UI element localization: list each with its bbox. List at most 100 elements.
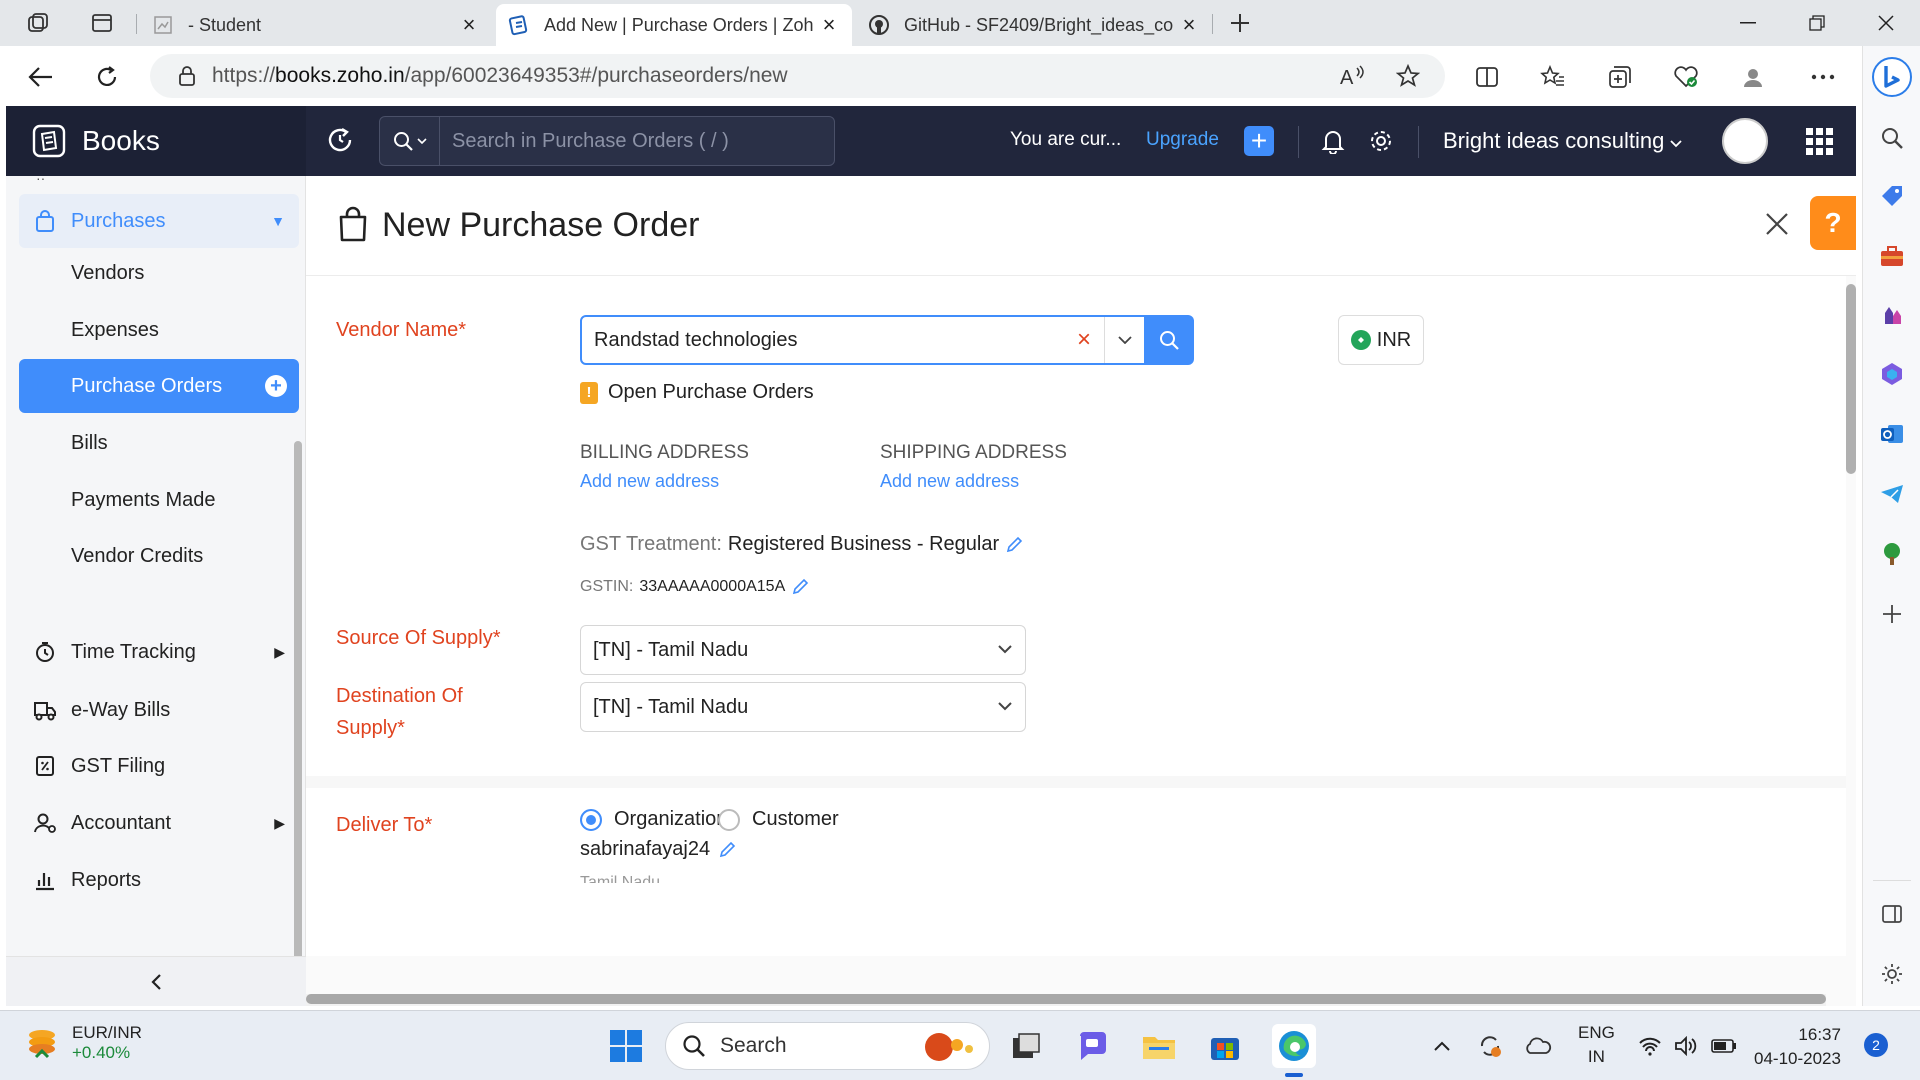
windows-start-icon[interactable] xyxy=(604,1024,648,1068)
open-purchase-orders-link[interactable]: ! Open Purchase Orders xyxy=(580,381,814,404)
sidebar-item-vendors[interactable]: Vendors xyxy=(19,246,299,300)
edit-pencil-icon[interactable] xyxy=(791,578,809,596)
recent-activity-icon[interactable] xyxy=(326,126,354,154)
tab-purchase-orders[interactable]: Add New | Purchase Orders | Zoh × xyxy=(496,4,852,46)
minimize-icon[interactable] xyxy=(1733,8,1763,38)
apps-grid-icon[interactable] xyxy=(1806,128,1833,155)
sidebar-scrollbar[interactable] xyxy=(294,441,302,981)
destination-of-supply-select[interactable]: [TN] - Tamil Nadu xyxy=(580,682,1026,732)
close-tab-icon[interactable]: × xyxy=(818,12,840,37)
microsoft-365-icon[interactable] xyxy=(1876,358,1908,390)
sync-icon[interactable] xyxy=(1468,1024,1512,1068)
edit-pencil-icon[interactable] xyxy=(718,841,736,859)
tab-github[interactable]: GitHub - SF2409/Bright_ideas_co × xyxy=(856,4,1212,46)
tree-icon[interactable] xyxy=(1876,538,1908,570)
new-tab-icon[interactable] xyxy=(1226,9,1254,37)
shopping-tag-icon[interactable] xyxy=(1876,180,1908,212)
browser-essentials-icon[interactable] xyxy=(1669,60,1703,94)
user-avatar[interactable] xyxy=(1722,118,1768,164)
wifi-icon[interactable] xyxy=(1630,1024,1670,1068)
sidebar-item-reports[interactable]: Reports xyxy=(19,853,299,907)
chevron-down-icon[interactable] xyxy=(1104,317,1144,363)
vendor-name-field[interactable]: Randstad technologies × xyxy=(580,315,1146,365)
help-button[interactable]: ? xyxy=(1810,196,1856,250)
sidebar-item-bills[interactable]: Bills xyxy=(19,416,299,470)
telegram-icon[interactable] xyxy=(1876,478,1908,510)
sidebar-item-expenses[interactable]: Expenses xyxy=(19,303,299,357)
bing-copilot-icon[interactable] xyxy=(1871,56,1913,98)
lock-icon[interactable] xyxy=(178,65,196,87)
volume-icon[interactable] xyxy=(1666,1024,1706,1068)
edit-pencil-icon[interactable] xyxy=(1005,536,1023,554)
sidebar-item-gst-filing[interactable]: GST Filing xyxy=(19,739,299,793)
microsoft-store-icon[interactable] xyxy=(1203,1024,1247,1068)
sidebar-item-payments-made[interactable]: Payments Made xyxy=(19,473,299,527)
search-filter[interactable] xyxy=(380,117,440,165)
onedrive-cloud-icon[interactable] xyxy=(1516,1024,1560,1068)
notifications-bell-icon[interactable] xyxy=(1318,126,1348,156)
system-clock[interactable]: 16:37 04-10-2023 xyxy=(1754,1023,1841,1071)
restore-icon[interactable] xyxy=(1802,8,1832,38)
clear-icon[interactable]: × xyxy=(1064,326,1104,354)
sidebar-item-e-way-bills[interactable]: e-Way Bills xyxy=(19,683,299,737)
split-screen-icon[interactable] xyxy=(1470,60,1504,94)
outlook-icon[interactable] xyxy=(1876,418,1908,450)
vendor-search-button[interactable] xyxy=(1144,315,1194,365)
close-tab-icon[interactable]: × xyxy=(1178,12,1200,37)
language-indicator[interactable]: ENG IN xyxy=(1578,1021,1615,1069)
content-vertical-scrollbar[interactable] xyxy=(1846,284,1856,484)
refresh-icon[interactable] xyxy=(90,60,124,94)
collections-icon[interactable] xyxy=(1603,60,1637,94)
deliver-to-customer-radio[interactable]: Customer xyxy=(718,808,839,831)
sidebar-item-time-tracking[interactable]: Time Tracking ▶ xyxy=(19,625,299,679)
hide-sidebar-icon[interactable] xyxy=(1876,898,1908,930)
task-view-icon[interactable] xyxy=(1004,1024,1048,1068)
collapse-sidebar-button[interactable] xyxy=(6,956,306,1006)
workspaces-icon[interactable] xyxy=(24,9,52,37)
games-icon[interactable] xyxy=(1876,298,1908,330)
taskbar-search[interactable]: Search xyxy=(665,1022,990,1070)
search-bar[interactable]: Search in Purchase Orders ( / ) xyxy=(379,116,835,166)
close-window-icon[interactable] xyxy=(1871,8,1901,38)
favorites-icon[interactable] xyxy=(1536,60,1570,94)
settings-gear-icon[interactable] xyxy=(1366,126,1396,156)
profile-icon[interactable] xyxy=(1736,60,1770,94)
edge-browser-icon[interactable] xyxy=(1272,1024,1316,1068)
more-options-icon[interactable] xyxy=(1806,60,1840,94)
sidebar-item-purchases[interactable]: Purchases ▼ xyxy=(19,194,299,248)
read-aloud-icon[interactable]: A xyxy=(1340,64,1366,88)
organization-switcher[interactable]: Bright ideas consulting xyxy=(1443,128,1683,154)
source-of-supply-select[interactable]: [TN] - Tamil Nadu xyxy=(580,625,1026,675)
add-purchase-order-icon[interactable]: + xyxy=(265,375,287,397)
favorite-star-icon[interactable] xyxy=(1396,64,1420,88)
shipping-add-address-link[interactable]: Add new address xyxy=(880,471,1019,492)
notification-badge[interactable]: 2 xyxy=(1864,1033,1888,1057)
teams-chat-icon[interactable] xyxy=(1071,1024,1115,1068)
zoho-books-icon xyxy=(508,14,530,36)
back-icon[interactable] xyxy=(24,60,58,94)
search-icon[interactable] xyxy=(1876,122,1908,154)
battery-icon[interactable] xyxy=(1704,1024,1744,1068)
add-icon[interactable] xyxy=(1876,598,1908,630)
file-explorer-icon[interactable] xyxy=(1137,1024,1181,1068)
url-field[interactable]: https://books.zoho.in/app/60023649353#/p… xyxy=(150,54,1445,98)
sidebar-item-accountant[interactable]: Accountant ▶ xyxy=(19,796,299,850)
search-input[interactable]: Search in Purchase Orders ( / ) xyxy=(452,130,729,153)
sidebar-item-purchase-orders[interactable]: Purchase Orders + xyxy=(19,359,299,413)
billing-add-address-link[interactable]: Add new address xyxy=(580,471,719,492)
brand[interactable]: Books xyxy=(6,106,306,176)
tools-icon[interactable] xyxy=(1876,240,1908,272)
deliver-to-organization-radio[interactable]: Organization xyxy=(580,808,727,831)
tab-actions-icon[interactable] xyxy=(88,9,116,37)
close-tab-icon[interactable]: × xyxy=(458,12,480,37)
sidebar-item-vendor-credits[interactable]: Vendor Credits xyxy=(19,529,299,583)
market-ticker-widget[interactable]: EUR/INR +0.40% xyxy=(24,1023,142,1063)
upgrade-link[interactable]: Upgrade xyxy=(1146,129,1219,151)
close-form-icon[interactable] xyxy=(1761,208,1793,240)
tab-student[interactable]: - Student × xyxy=(140,4,492,46)
quick-create-button[interactable]: + xyxy=(1244,126,1274,156)
settings-icon[interactable] xyxy=(1876,958,1908,990)
show-hidden-icons-icon[interactable] xyxy=(1420,1024,1464,1068)
content-horizontal-scrollbar[interactable] xyxy=(306,994,1826,1006)
currency-button[interactable]: INR xyxy=(1338,315,1424,365)
